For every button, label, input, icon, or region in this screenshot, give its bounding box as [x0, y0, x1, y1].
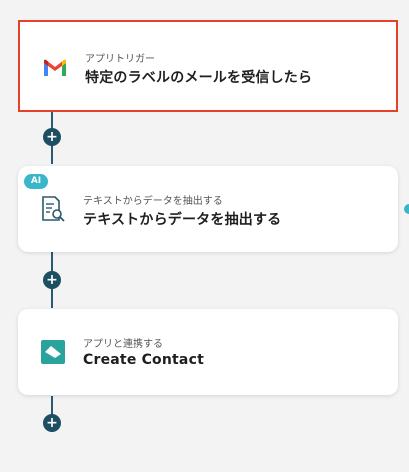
- step-title: Create Contact: [83, 352, 204, 368]
- add-step-button[interactable]: +: [43, 414, 61, 432]
- gmail-icon: [42, 55, 68, 81]
- add-step-button[interactable]: +: [43, 271, 61, 289]
- step-subtitle: アプリと連携する: [83, 339, 163, 350]
- step-title: テキストからデータを抽出する: [83, 212, 282, 228]
- step-subtitle: テキストからデータを抽出する: [83, 196, 223, 207]
- step-card-create-contact[interactable]: アプリと連携する Create Contact: [18, 309, 398, 395]
- step-subtitle: アプリトリガー: [85, 54, 155, 65]
- add-step-button[interactable]: +: [43, 128, 61, 146]
- ai-badge: AI: [24, 174, 48, 189]
- step-title: 特定のラベルのメールを受信したら: [85, 70, 313, 86]
- side-handle-dot: [404, 204, 409, 214]
- step-card-ai-extract[interactable]: テキストからデータを抽出する テキストからデータを抽出する: [18, 166, 398, 252]
- app-logo-icon: [40, 339, 66, 365]
- document-search-icon: [40, 196, 66, 222]
- step-card-gmail-trigger[interactable]: アプリトリガー 特定のラベルのメールを受信したら: [18, 20, 398, 112]
